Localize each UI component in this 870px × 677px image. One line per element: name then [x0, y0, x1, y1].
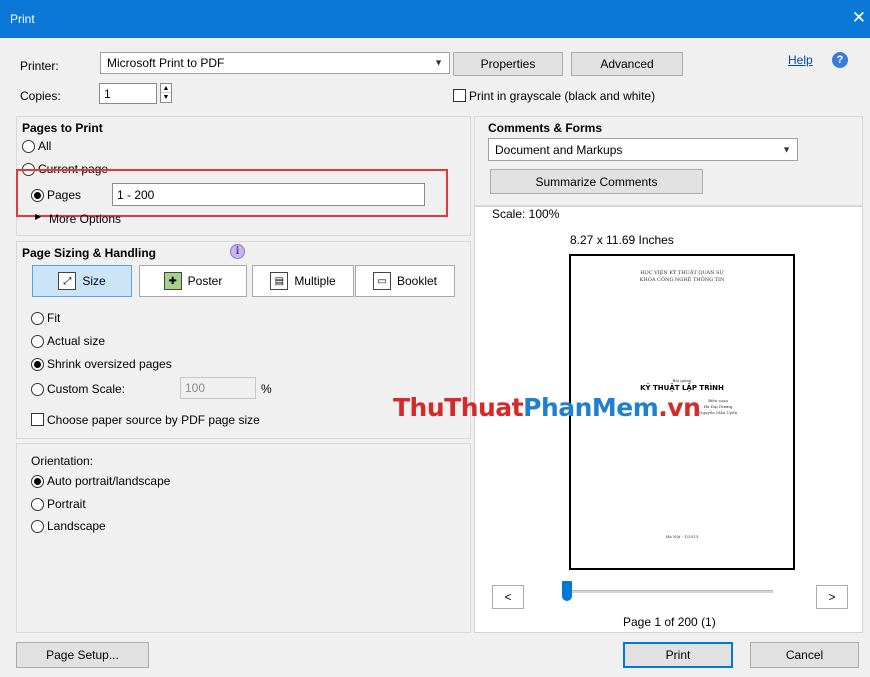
- cancel-button[interactable]: Cancel: [750, 642, 859, 668]
- expand-arrow-icon[interactable]: ▶: [35, 212, 41, 221]
- radio-all[interactable]: [22, 140, 35, 153]
- multiple-icon: ▤: [270, 272, 289, 290]
- more-options-link[interactable]: More Options: [49, 212, 121, 226]
- copies-label: Copies:: [20, 89, 61, 103]
- booklet-icon: ▭: [372, 272, 391, 290]
- tab-multiple[interactable]: ▤ Multiple: [252, 265, 354, 297]
- properties-button[interactable]: Properties: [453, 52, 563, 76]
- percent-label: %: [261, 382, 272, 396]
- comments-forms-selected: Document and Markups: [495, 142, 623, 157]
- pages-to-print-heading: Pages to Print: [22, 121, 103, 135]
- page-size-label: 8.27 x 11.69 Inches: [570, 233, 674, 247]
- tab-size-label: Size: [82, 274, 106, 288]
- print-dialog: Print ✕ Printer: Microsoft Print to PDF …: [0, 0, 870, 677]
- pages-range-input[interactable]: 1 - 200: [112, 183, 425, 206]
- page-slider-track[interactable]: [565, 590, 773, 593]
- page-indicator: Page 1 of 200 (1): [623, 615, 716, 629]
- tab-booklet-label: Booklet: [396, 274, 438, 288]
- watermark-part3: .vn: [658, 393, 701, 422]
- radio-actual-label: Actual size: [47, 334, 106, 348]
- sheet-small-title: Bài giảng: [672, 378, 692, 383]
- radio-custom-scale[interactable]: [31, 383, 44, 396]
- advanced-button[interactable]: Advanced: [571, 52, 683, 76]
- stepper-down-icon[interactable]: ▼: [161, 93, 171, 102]
- sheet-header-line2: KHOA CÔNG NGHỆ THÔNG TIN: [639, 277, 725, 283]
- orientation-heading: Orientation:: [31, 454, 94, 468]
- page-sizing-heading: Page Sizing & Handling: [22, 246, 157, 260]
- page-slider-thumb[interactable]: [562, 581, 573, 601]
- grayscale-checkbox[interactable]: [453, 89, 466, 102]
- sheet-footer: Hà Nội - 1/2013: [665, 534, 699, 539]
- print-button[interactable]: Print: [623, 642, 733, 668]
- watermark-logo: ThuThuatPhanMem.vn: [393, 393, 701, 422]
- tab-booklet[interactable]: ▭ Booklet: [355, 265, 455, 297]
- radio-pages-label: Pages: [47, 188, 82, 202]
- watermark-part2: PhanMem: [523, 393, 659, 422]
- printer-select[interactable]: Microsoft Print to PDF ▼: [100, 52, 450, 74]
- printer-label: Printer:: [20, 59, 59, 73]
- radio-all-label: All: [38, 139, 52, 153]
- grayscale-label: Print in grayscale (black and white): [469, 89, 656, 103]
- radio-auto-orientation[interactable]: [31, 475, 44, 488]
- radio-shrink-label: Shrink oversized pages: [47, 357, 172, 371]
- radio-shrink-oversized[interactable]: [31, 358, 44, 371]
- radio-custom-label: Custom Scale:: [47, 382, 126, 396]
- watermark-part1: ThuThuat: [393, 393, 524, 422]
- radio-actual-size[interactable]: [31, 335, 44, 348]
- scale-label: Scale: 100%: [492, 207, 560, 221]
- printer-selected: Microsoft Print to PDF: [107, 56, 225, 70]
- radio-fit[interactable]: [31, 312, 44, 325]
- title-bar[interactable]: Print ✕: [0, 0, 870, 38]
- paper-source-label: Choose paper source by PDF page size: [47, 413, 260, 427]
- copies-input[interactable]: 1: [99, 83, 157, 104]
- next-page-button[interactable]: >: [816, 585, 848, 609]
- help-link[interactable]: Help: [788, 53, 813, 67]
- close-icon[interactable]: ✕: [852, 9, 866, 26]
- radio-pages[interactable]: [31, 189, 44, 202]
- summarize-comments-button[interactable]: Summarize Comments: [490, 169, 703, 194]
- window-title: Print: [10, 12, 35, 26]
- dialog-content: Printer: Microsoft Print to PDF ▼ Proper…: [10, 38, 870, 677]
- sheet-header-line1: HỌC VIỆN KỸ THUẬT QUÂN SỰ: [640, 270, 724, 276]
- size-icon: ⤢: [58, 272, 77, 290]
- copies-stepper[interactable]: ▲ ▼: [160, 83, 172, 103]
- chevron-down-icon: ▼: [782, 144, 791, 154]
- comments-forms-select[interactable]: Document and Markups ▼: [488, 138, 798, 161]
- poster-icon: ✚: [163, 272, 182, 290]
- radio-auto-label: Auto portrait/landscape: [47, 474, 171, 488]
- help-icon[interactable]: ?: [832, 52, 848, 68]
- stepper-up-icon[interactable]: ▲: [161, 84, 171, 93]
- chevron-down-icon: ▼: [434, 57, 443, 68]
- page-setup-button[interactable]: Page Setup...: [16, 642, 149, 668]
- comments-forms-heading: Comments & Forms: [488, 121, 603, 135]
- radio-landscape-label: Landscape: [47, 519, 106, 533]
- tab-poster-label: Poster: [187, 274, 223, 288]
- custom-scale-input[interactable]: 100: [180, 377, 256, 399]
- tab-poster[interactable]: ✚ Poster: [139, 265, 247, 297]
- radio-portrait[interactable]: [31, 498, 44, 511]
- orientation-panel: [16, 443, 471, 633]
- radio-fit-label: Fit: [47, 311, 61, 325]
- radio-landscape[interactable]: [31, 520, 44, 533]
- tab-size[interactable]: ⤢ Size: [32, 265, 132, 297]
- sheet-main-title: KỸ THUẬT LẬP TRÌNH: [640, 384, 724, 392]
- radio-portrait-label: Portrait: [47, 497, 86, 511]
- info-icon[interactable]: i: [230, 244, 245, 259]
- tab-multiple-label: Multiple: [294, 274, 336, 288]
- prev-page-button[interactable]: <: [492, 585, 524, 609]
- paper-source-checkbox[interactable]: [31, 413, 44, 426]
